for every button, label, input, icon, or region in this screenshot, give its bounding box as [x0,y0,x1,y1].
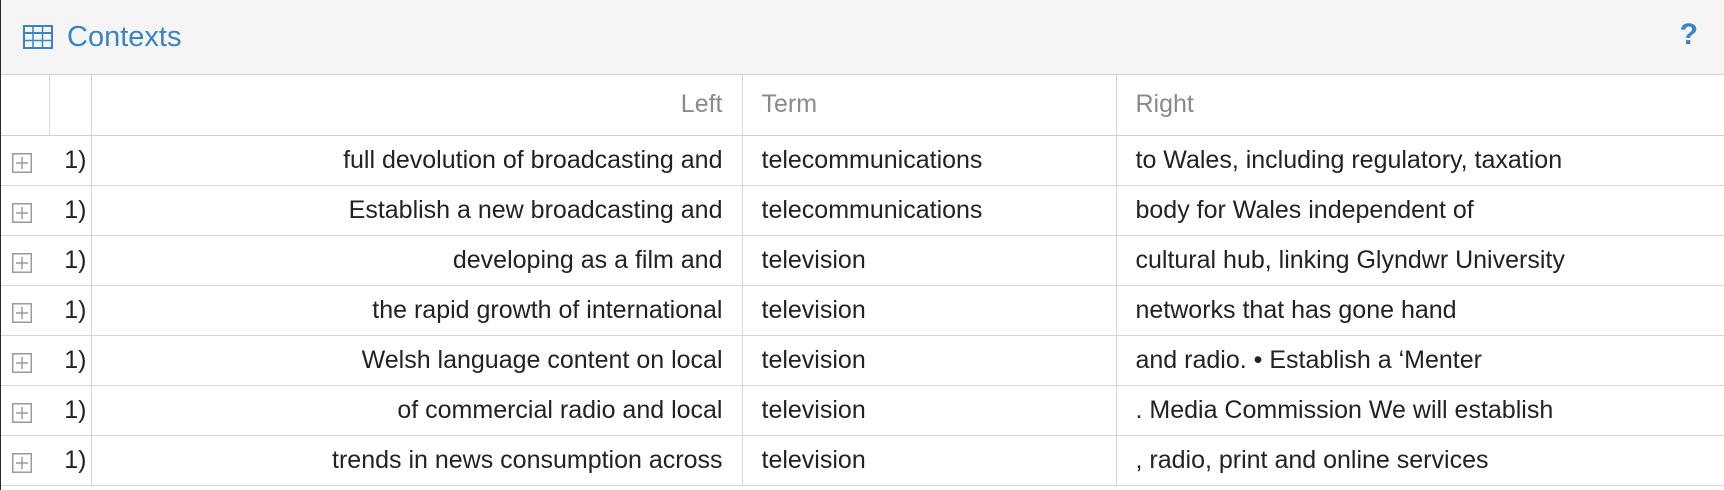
cell-left: Establish a new broadcasting and [90,185,742,236]
cell-right: to Wales, including regulatory, taxation [1115,135,1724,186]
table-row[interactable]: 1) of commercial radio and local televisio… [1,385,1724,436]
table-row[interactable]: 1) Welsh language content on local televis… [1,335,1724,386]
cell-term: television [741,285,1116,336]
row-expand-cell [1,385,49,436]
cell-left: trends in news consumption across [90,435,742,486]
cell-left: of commercial radio and local [90,385,742,436]
row-index: 1) [49,185,91,236]
table-row[interactable]: 1) full devolution of broadcasting and tel… [1,135,1724,186]
column-header-term[interactable]: Term [741,75,1116,136]
cell-left: developing as a film and [90,235,742,286]
cell-right: , radio, print and online services [1115,435,1724,486]
expand-column-header [1,75,49,136]
row-expand-cell [1,235,49,286]
cell-right: cultural hub, linking Glyndwr University [1115,235,1724,286]
panel-header: Contexts ? [1,0,1724,75]
table-header-row: Left Term Right [1,75,1724,136]
cell-right: networks that has gone hand [1115,285,1724,336]
cell-left: full devolution of broadcasting and [90,135,742,186]
cell-term: television [741,235,1116,286]
expand-plus-icon[interactable] [12,201,32,223]
column-header-right[interactable]: Right [1115,75,1724,136]
expand-plus-icon[interactable] [12,301,32,323]
row-index: 1) [49,435,91,486]
cell-right: . Media Commission We will establish [1115,385,1724,436]
row-expand-cell [1,285,49,336]
row-expand-cell [1,135,49,186]
table-row[interactable]: 1) Establish a new broadcasting and teleco… [1,185,1724,236]
row-index: 1) [49,335,91,386]
contexts-table: Left Term Right 1) full devolution of bro… [1,75,1724,486]
row-index: 1) [49,285,91,336]
table-row[interactable]: 1) developing as a film and television cult… [1,235,1724,286]
expand-plus-icon[interactable] [12,451,32,473]
row-expand-cell [1,335,49,386]
expand-plus-icon[interactable] [12,401,32,423]
table-row[interactable]: 1) trends in news consumption across telev… [1,435,1724,486]
row-expand-cell [1,185,49,236]
expand-plus-icon[interactable] [12,351,32,373]
expand-plus-icon[interactable] [12,151,32,173]
column-header-left[interactable]: Left [90,75,742,136]
row-index: 1) [49,385,91,436]
cell-term: television [741,385,1116,436]
cell-term: television [741,335,1116,386]
index-column-header [48,75,91,136]
help-button[interactable]: ? [1680,18,1698,52]
contexts-panel: Contexts ? Left Term Right 1) full devolu… [0,0,1724,490]
cell-right: body for Wales independent of [1115,185,1724,236]
row-index: 1) [49,235,91,286]
table-row[interactable]: 1) the rapid growth of international telev… [1,285,1724,336]
row-index: 1) [49,135,91,186]
panel-title: Contexts [67,20,182,53]
cell-left: the rapid growth of international [90,285,742,336]
cell-term: telecommunications [741,135,1116,186]
cell-left: Welsh language content on local [90,335,742,386]
cell-term: television [741,435,1116,486]
expand-plus-icon[interactable] [12,251,32,273]
row-expand-cell [1,435,49,486]
cell-right: and radio. • Establish a ‘Menter [1115,335,1724,386]
cell-term: telecommunications [741,185,1116,236]
table-grid-icon [23,25,53,49]
